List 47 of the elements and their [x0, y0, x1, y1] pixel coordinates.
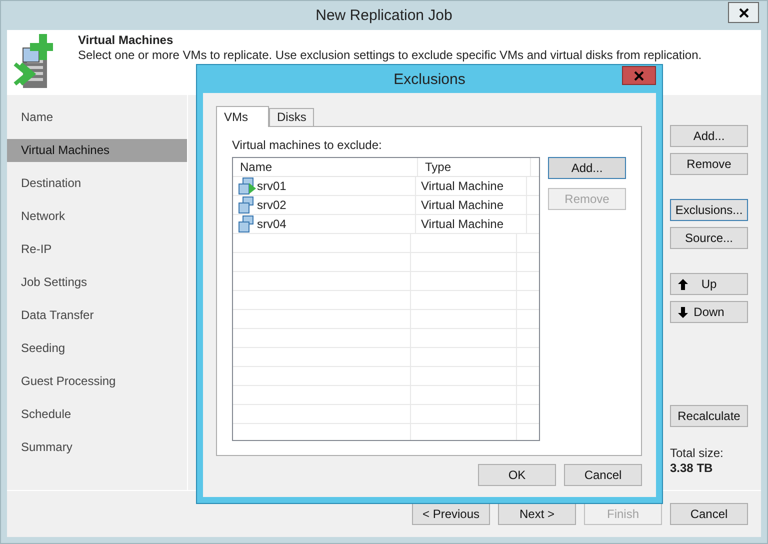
wizard-button[interactable]: < Previous	[412, 503, 490, 525]
wizard-step[interactable]: Summary	[7, 436, 187, 459]
tab[interactable]: Disks	[269, 108, 314, 126]
column-header[interactable]: Type	[418, 158, 531, 176]
side-button[interactable]: Up	[670, 273, 748, 295]
side-button[interactable]: Remove	[670, 153, 748, 175]
side-button[interactable]: Source...	[670, 227, 748, 249]
vm-type-cell: Virtual Machine	[416, 215, 527, 233]
total-size-value: 3.38 TB	[670, 460, 714, 476]
page-description: Select one or more VMs to replicate. Use exclusion settings to exclude specific VMs and virtual disks from replication.	[78, 48, 702, 62]
vm-type-cell: Virtual Machine	[416, 177, 527, 195]
dialog-side-button[interactable]: Add...	[548, 157, 626, 179]
wizard-step[interactable]: Data Transfer	[7, 304, 187, 327]
vm-name-cell: srv02	[233, 196, 416, 214]
down-arrow-icon	[678, 307, 688, 318]
total-size-label: Total size:	[670, 446, 724, 460]
dialog-button[interactable]: Cancel	[564, 464, 642, 486]
wizard-step[interactable]: Name	[7, 106, 187, 129]
close-icon	[634, 70, 644, 80]
page-title: Virtual Machines	[78, 33, 174, 47]
list-label: Virtual machines to exclude:	[232, 137, 383, 153]
window-title: New Replication Job	[316, 7, 452, 24]
vm-name-cell: srv04	[233, 215, 416, 233]
server-add-icon	[13, 34, 53, 90]
tab[interactable]: VMs	[216, 106, 269, 127]
side-button[interactable]: Recalculate	[670, 405, 748, 427]
wizard-button[interactable]: Cancel	[670, 503, 748, 525]
wizard-button[interactable]: Next >	[498, 503, 576, 525]
column-header[interactable]: Name	[233, 158, 418, 176]
close-button[interactable]	[728, 2, 759, 23]
side-button[interactable]: Add...	[670, 125, 748, 147]
wizard-step[interactable]: Network	[7, 205, 187, 228]
wizard-step[interactable]: Schedule	[7, 403, 187, 426]
up-arrow-icon	[678, 279, 688, 290]
vm-type-cell: Virtual Machine	[416, 196, 527, 214]
side-button[interactable]: Exclusions...	[670, 199, 748, 221]
dialog-title: Exclusions	[394, 70, 466, 88]
wizard-step[interactable]: Virtual Machines	[7, 139, 187, 162]
close-icon	[738, 8, 748, 18]
wizard-step[interactable]: Re-IP	[7, 238, 187, 261]
wizard-step[interactable]: Guest Processing	[7, 370, 187, 393]
side-button[interactable]: Down	[670, 301, 748, 323]
wizard-step[interactable]: Job Settings	[7, 271, 187, 294]
vm-name-cell: srv01	[233, 177, 416, 195]
wizard-step[interactable]: Destination	[7, 172, 187, 195]
wizard-step[interactable]: Seeding	[7, 337, 187, 360]
dialog-button[interactable]: OK	[478, 464, 556, 486]
